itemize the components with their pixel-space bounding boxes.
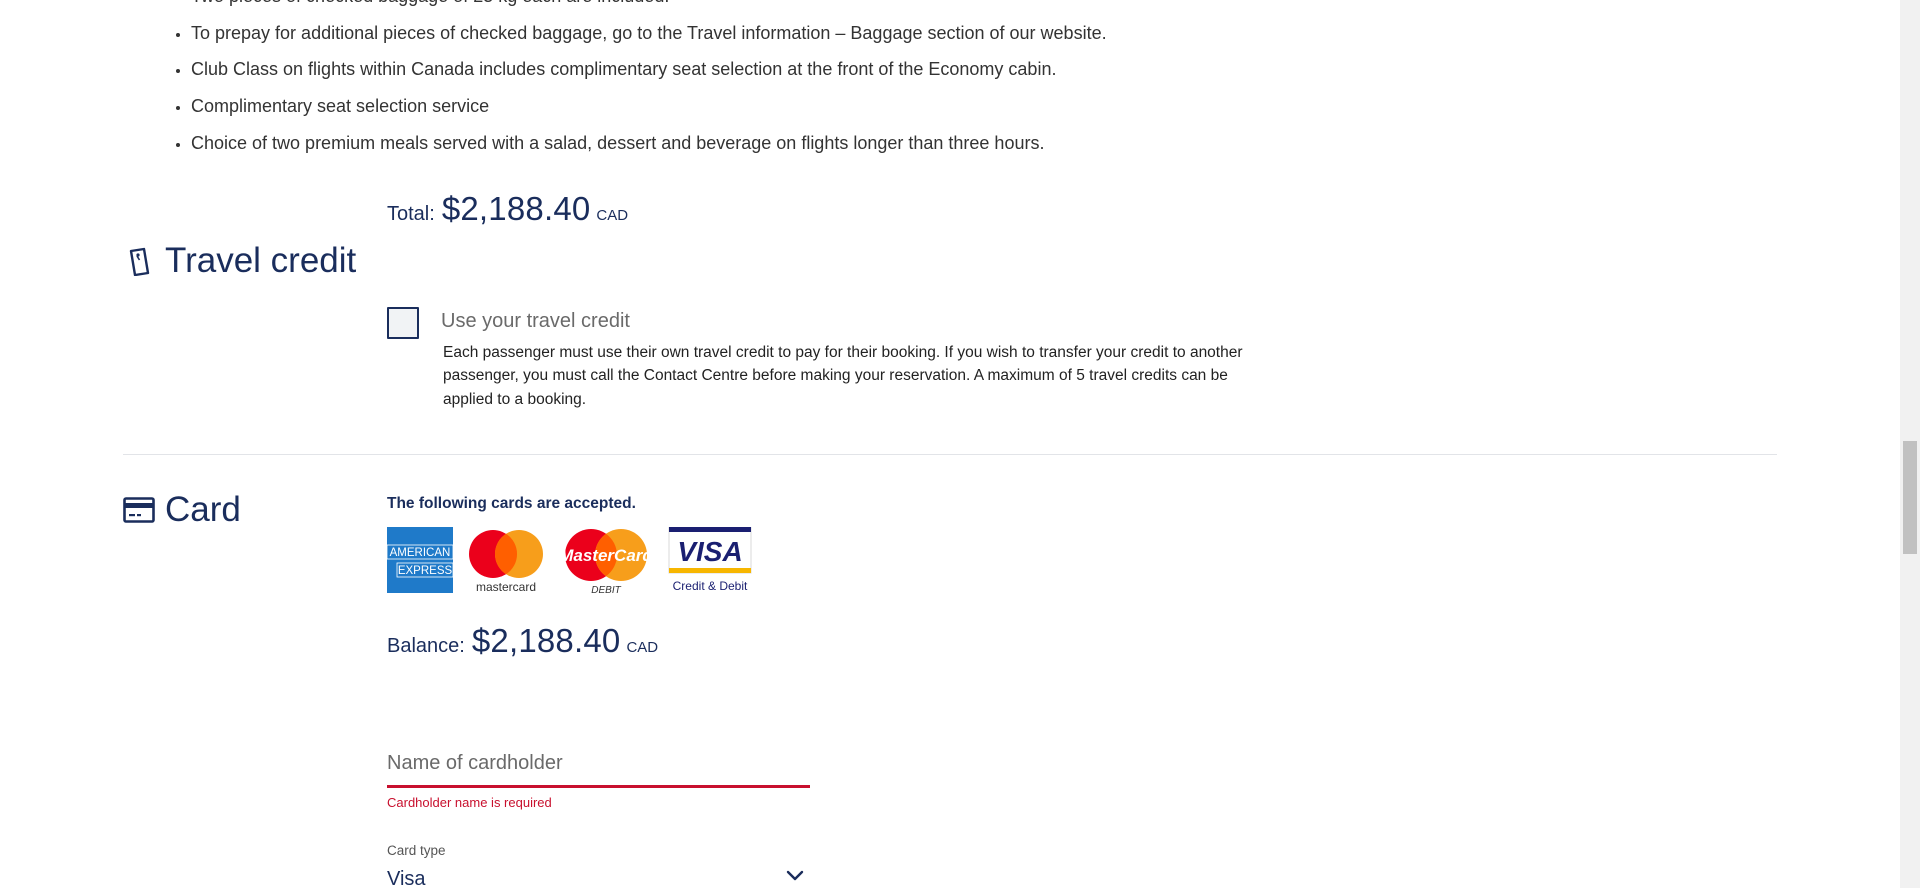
total-price: Total: $2,188.40 CAD (387, 190, 628, 228)
scrollbar-thumb[interactable] (1903, 441, 1917, 554)
total-currency: CAD (596, 207, 629, 224)
balance-amount: Balance: $2,188.40 CAD (387, 622, 658, 660)
chevron-down-icon (786, 869, 804, 887)
page-scrollbar[interactable] (1900, 0, 1920, 888)
section-title: Travel credit (165, 241, 357, 280)
use-travel-credit-checkbox[interactable] (387, 307, 419, 339)
use-travel-credit-label[interactable]: Use your travel credit (441, 310, 630, 333)
balance-label: Balance: (387, 635, 465, 657)
debit-caption: DEBIT (591, 585, 621, 596)
total-label: Total: (387, 203, 435, 225)
list-item: Two pieces of checked baggage of 25 kg e… (191, 0, 1107, 15)
list-item: Club Class on flights within Canada incl… (191, 51, 1107, 88)
list-item: To prepay for additional pieces of check… (191, 15, 1107, 52)
cardholder-name-input[interactable] (387, 748, 810, 788)
amex-line-2: EXPRESS (398, 565, 453, 577)
total-amount: $2,188.40 (441, 190, 591, 227)
credit-card-icon (123, 494, 155, 526)
travel-credit-help-text: Each passenger must use their own travel… (443, 344, 1243, 408)
list-item: Choice of two premium meals served with … (191, 125, 1107, 162)
balance-value: $2,188.40 (471, 622, 621, 659)
mastercard-debit-logo: MasterCard DEBIT (560, 529, 652, 596)
travel-credit-heading: Travel credit (123, 241, 356, 281)
cardholder-error-message: Cardholder name is required (387, 795, 552, 810)
visa-caption: Credit & Debit (673, 579, 748, 593)
section-divider (123, 454, 1777, 455)
payment-page: Two pieces of checked baggage of 25 kg e… (0, 0, 1900, 888)
card-type-label: Card type (387, 843, 446, 858)
american-express-logo: AMERICAN EXPRESS (387, 527, 453, 593)
luggage-tag-icon (123, 245, 155, 277)
cardholder-name-field (387, 748, 810, 788)
mastercard-logo: mastercard (469, 530, 543, 594)
list-item: Complimentary seat selection service (191, 88, 1107, 125)
accepted-cards-text: The following cards are accepted. (387, 495, 636, 512)
mastercard-caption: mastercard (476, 580, 536, 594)
balance-currency: CAD (626, 639, 659, 656)
card-type-select[interactable]: Visa (387, 865, 810, 888)
card-heading: Card (123, 490, 241, 530)
card-type-value: Visa (387, 868, 426, 888)
visa-logo: VISA Credit & Debit (668, 527, 752, 593)
section-title: Card (165, 490, 241, 529)
fare-benefits-list: Two pieces of checked baggage of 25 kg e… (167, 0, 1107, 162)
visa-wordmark: VISA (677, 536, 742, 567)
amex-line-1: AMERICAN (390, 547, 451, 559)
mastercard-debit-wordmark: MasterCard (560, 546, 652, 565)
